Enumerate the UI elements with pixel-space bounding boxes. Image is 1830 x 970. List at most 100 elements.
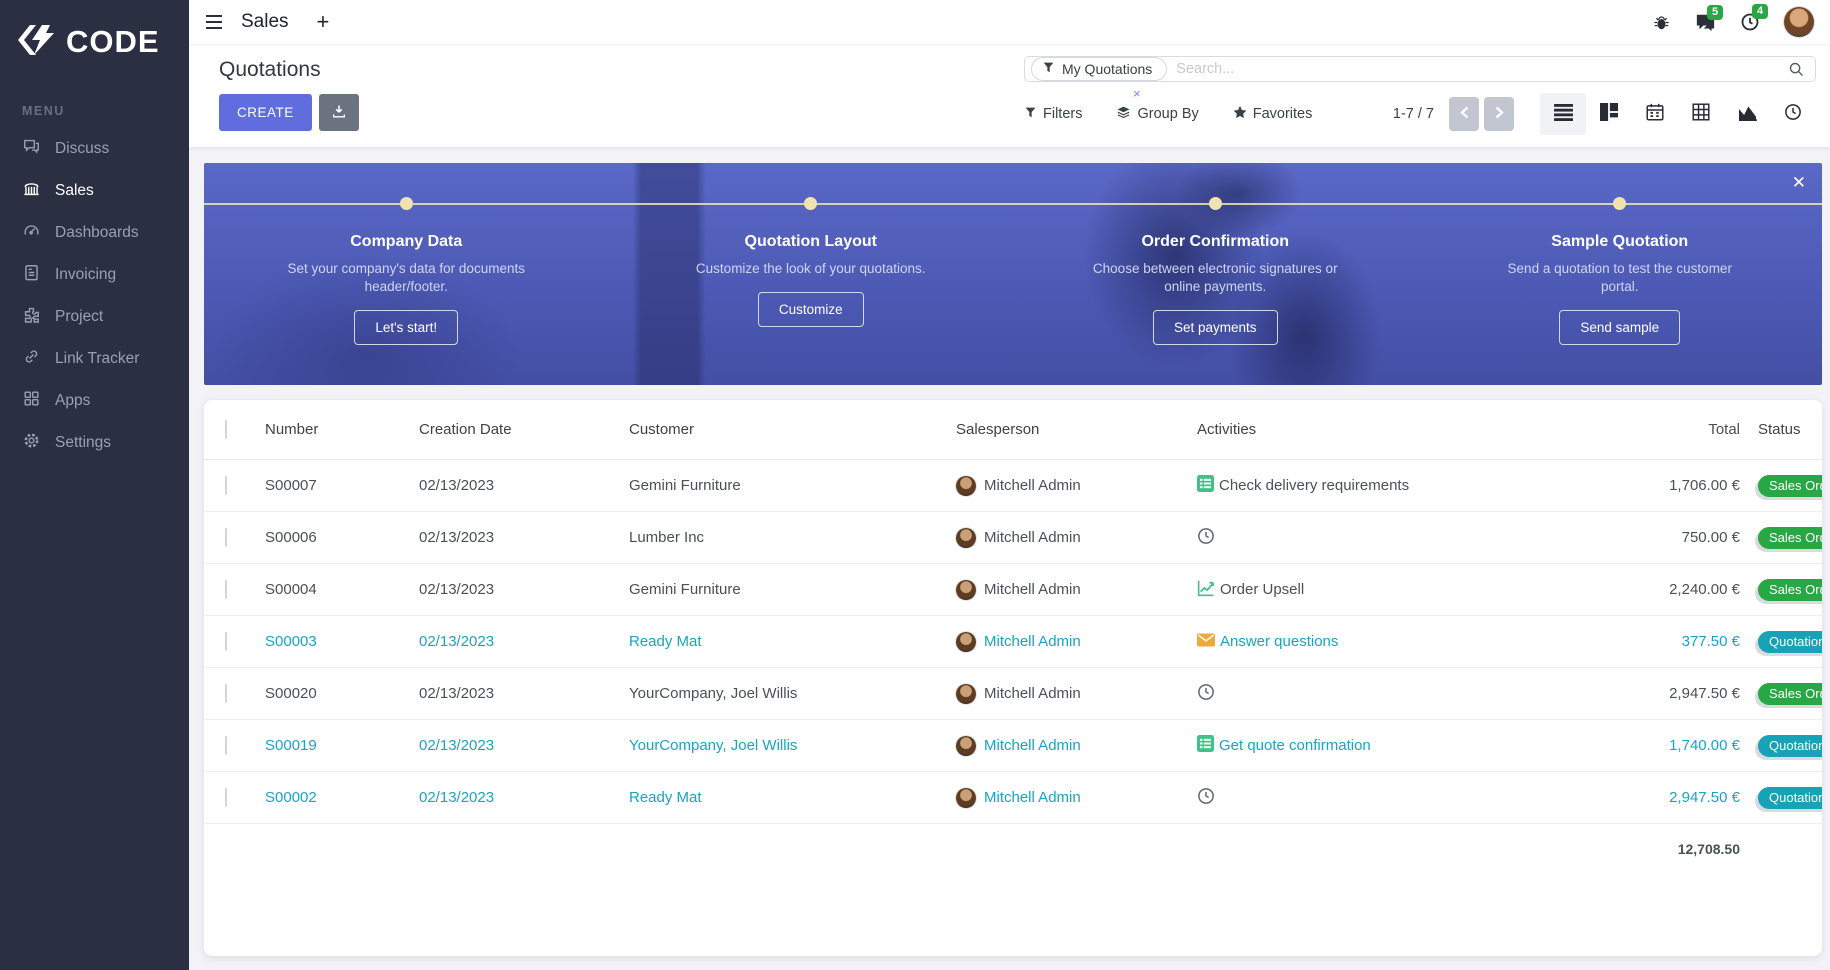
activity-cell[interactable]: Get quote confirmation bbox=[1197, 735, 1537, 756]
chat-icon bbox=[22, 137, 41, 161]
onboarding-step-company-data: Company Data Set your company's data for… bbox=[204, 163, 609, 385]
sidebar-item-label: Apps bbox=[55, 392, 91, 409]
messages-icon[interactable]: 5 bbox=[1695, 4, 1724, 32]
table-row[interactable]: S00003 02/13/2023 Ready Mat Mitchell Adm… bbox=[204, 616, 1822, 668]
activity-cell[interactable] bbox=[1197, 787, 1537, 809]
filters-button[interactable]: Filters bbox=[1024, 106, 1082, 123]
export-button[interactable] bbox=[318, 94, 359, 131]
row-checkbox[interactable] bbox=[225, 476, 227, 495]
pager-range: 1-7 / 7 bbox=[1392, 106, 1434, 122]
salesperson-avatar bbox=[956, 787, 976, 808]
customer-name: Ready Mat bbox=[629, 789, 702, 806]
debug-bug-icon[interactable] bbox=[1652, 13, 1671, 32]
step-description: Set your company's data for documents he… bbox=[287, 261, 525, 295]
search-options-row: Filters Group By Favorites 1-7 / 7 bbox=[1024, 93, 1816, 135]
graph-view-button[interactable] bbox=[1724, 93, 1770, 135]
row-checkbox[interactable] bbox=[225, 684, 227, 703]
row-checkbox[interactable] bbox=[225, 632, 227, 651]
facet-label: My Quotations bbox=[1062, 61, 1153, 77]
pivot-view-button[interactable] bbox=[1678, 93, 1724, 135]
gauge-icon bbox=[22, 221, 41, 245]
hamburger-menu-icon[interactable] bbox=[205, 14, 223, 30]
sidebar-item-project[interactable]: Project bbox=[0, 296, 189, 338]
lets-start-button[interactable]: Let's start! bbox=[354, 310, 459, 346]
activity-cell[interactable] bbox=[1197, 683, 1537, 705]
layers-icon bbox=[1116, 105, 1131, 124]
table-row[interactable]: S00004 02/13/2023 Gemini Furniture Mitch… bbox=[204, 564, 1822, 616]
row-checkbox[interactable] bbox=[225, 736, 227, 755]
filter-funnel-icon bbox=[1024, 106, 1037, 123]
sidebar-item-sales[interactable]: Sales bbox=[0, 170, 189, 212]
favorites-button[interactable]: Favorites bbox=[1233, 105, 1312, 123]
messages-count-badge: 5 bbox=[1707, 4, 1724, 20]
status-badge: Sales Order bbox=[1758, 474, 1822, 497]
row-checkbox[interactable] bbox=[225, 528, 227, 547]
create-button[interactable]: CREATE bbox=[219, 94, 312, 131]
pager-previous-button[interactable] bbox=[1449, 97, 1479, 131]
column-header-status[interactable]: Status bbox=[1742, 421, 1822, 438]
sidebar-item-dashboards[interactable]: Dashboards bbox=[0, 212, 189, 254]
table-header-row: Number Creation Date Customer Salesperso… bbox=[204, 400, 1822, 460]
table-row[interactable]: S00007 02/13/2023 Gemini Furniture Mitch… bbox=[204, 460, 1822, 512]
quotation-number: S00020 bbox=[265, 685, 317, 702]
status-badge: Quotation bbox=[1758, 734, 1822, 757]
activities-clock-icon[interactable]: 4 bbox=[1740, 4, 1769, 32]
sidebar-item-settings[interactable]: Settings bbox=[0, 422, 189, 464]
app-title[interactable]: Sales bbox=[241, 11, 289, 33]
brand-logo[interactable]: CODE bbox=[0, 0, 189, 90]
row-checkbox[interactable] bbox=[225, 580, 227, 599]
table-row[interactable]: S00006 02/13/2023 Lumber Inc Mitchell Ad… bbox=[204, 512, 1822, 564]
sidebar-item-invoicing[interactable]: Invoicing bbox=[0, 254, 189, 296]
status-badge: Quotation bbox=[1758, 630, 1822, 653]
activity-cell[interactable] bbox=[1197, 527, 1537, 549]
total-amount: 2,947.50 € bbox=[1669, 685, 1740, 702]
column-header-customer[interactable]: Customer bbox=[629, 421, 956, 438]
table-row[interactable]: S00020 02/13/2023 YourCompany, Joel Will… bbox=[204, 668, 1822, 720]
search-bar[interactable]: My Quotations × bbox=[1024, 56, 1816, 101]
sidebar-item-apps[interactable]: Apps bbox=[0, 380, 189, 422]
salesperson-avatar bbox=[956, 735, 976, 756]
row-checkbox[interactable] bbox=[225, 788, 227, 807]
sidebar-item-discuss[interactable]: Discuss bbox=[0, 128, 189, 170]
activity-cell[interactable]: Check delivery requirements bbox=[1197, 475, 1537, 496]
step-title: Company Data bbox=[350, 233, 463, 250]
salesperson-name: Mitchell Admin bbox=[984, 529, 1081, 546]
column-header-activities[interactable]: Activities bbox=[1197, 421, 1537, 438]
creation-date: 02/13/2023 bbox=[419, 789, 495, 806]
column-header-total[interactable]: Total bbox=[1537, 421, 1742, 438]
kanban-view-button[interactable] bbox=[1586, 93, 1632, 135]
set-payments-button[interactable]: Set payments bbox=[1152, 310, 1278, 346]
customer-name: YourCompany, Joel Willis bbox=[629, 685, 798, 702]
new-tab-button[interactable]: + bbox=[317, 9, 330, 35]
calendar-view-button[interactable] bbox=[1632, 93, 1678, 135]
list-view-button[interactable] bbox=[1540, 93, 1586, 135]
customize-button[interactable]: Customize bbox=[757, 292, 864, 328]
timeline-dot bbox=[804, 197, 818, 210]
activity-label: Answer questions bbox=[1220, 633, 1339, 650]
send-sample-button[interactable]: Send sample bbox=[1559, 310, 1681, 346]
column-header-salesperson[interactable]: Salesperson bbox=[956, 421, 1197, 438]
column-header-number[interactable]: Number bbox=[265, 421, 419, 438]
activity-view-button[interactable] bbox=[1770, 93, 1816, 135]
search-input[interactable] bbox=[1176, 61, 1788, 77]
activity-cell[interactable]: Answer questions bbox=[1197, 632, 1537, 651]
select-all-checkbox[interactable] bbox=[225, 420, 227, 439]
onboarding-step-order-confirmation: Order Confirmation Choose between electr… bbox=[1013, 163, 1418, 385]
search-facet-my-quotations[interactable]: My Quotations bbox=[1031, 57, 1168, 81]
activity-cell[interactable]: Order Upsell bbox=[1197, 579, 1537, 601]
sidebar-item-link-tracker[interactable]: Link Tracker bbox=[0, 338, 189, 380]
puzzle-icon bbox=[22, 305, 41, 329]
facet-remove-icon[interactable]: × bbox=[1133, 86, 1141, 101]
table-row[interactable]: S00002 02/13/2023 Ready Mat Mitchell Adm… bbox=[204, 772, 1822, 824]
user-avatar[interactable] bbox=[1784, 7, 1814, 37]
link-icon bbox=[22, 347, 41, 371]
column-header-creation-date[interactable]: Creation Date bbox=[419, 421, 629, 438]
search-icon[interactable] bbox=[1788, 61, 1805, 78]
clock-icon bbox=[1197, 787, 1215, 809]
chevron-left-icon bbox=[1459, 106, 1469, 122]
activity-label: Order Upsell bbox=[1220, 581, 1305, 598]
pager-next-button[interactable] bbox=[1484, 97, 1514, 131]
pager: 1-7 / 7 bbox=[1393, 97, 1514, 131]
table-row[interactable]: S00019 02/13/2023 YourCompany, Joel Will… bbox=[204, 720, 1822, 772]
group-by-button[interactable]: Group By bbox=[1116, 105, 1199, 124]
